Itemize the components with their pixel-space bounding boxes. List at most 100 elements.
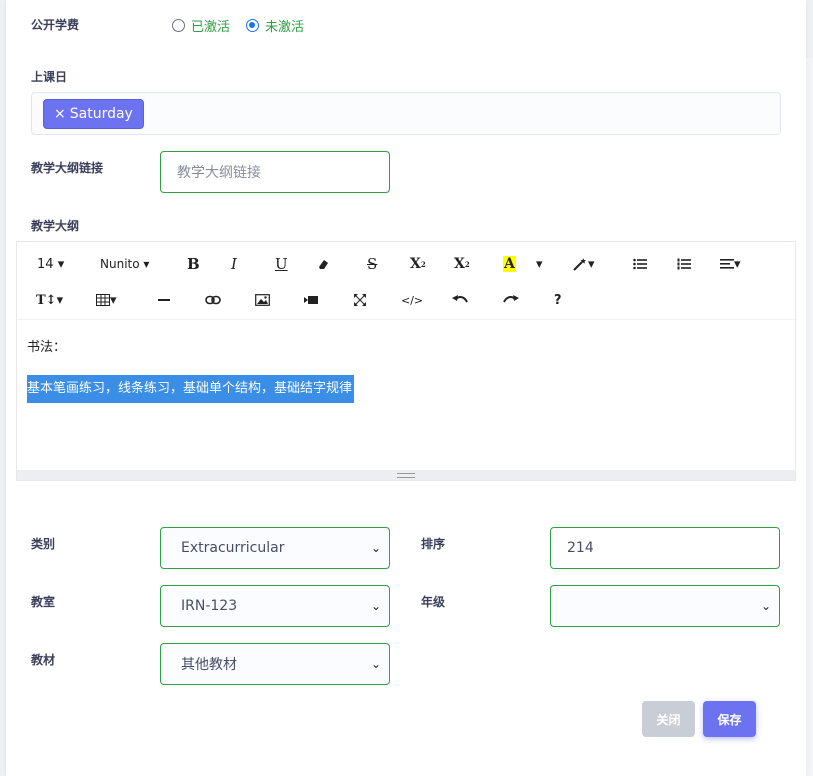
subscript-icon: X (454, 256, 465, 272)
fee-option-label: 已激活 (191, 20, 231, 35)
eraser-icon (319, 260, 328, 269)
undo-button[interactable] (452, 290, 468, 310)
help-icon: ? (554, 292, 562, 308)
chevron-down-icon: ⌄ (370, 541, 381, 555)
video-icon (304, 296, 318, 304)
underline-button[interactable]: U (275, 254, 288, 274)
align-left-icon (720, 259, 734, 269)
rich-text-editor: 14 ▾ Nunito ▾ B I U S X2 X2 A ▾ ▾ ▾ T↕ ▾ … (16, 241, 796, 481)
video-button[interactable] (304, 290, 318, 310)
category-label: 类别 (31, 537, 56, 551)
syllabus-label: 教学大纲 (31, 219, 80, 233)
table-button[interactable]: ▾ (96, 290, 117, 310)
strikethrough-icon: S (367, 255, 378, 273)
fee-option-activated[interactable]: 已激活 (172, 16, 230, 35)
bold-icon: B (187, 255, 200, 273)
editor-toolbar: 14 ▾ Nunito ▾ B I U S X2 X2 A ▾ ▾ ▾ T↕ ▾ … (17, 242, 795, 320)
caret-down-icon: ▾ (588, 256, 595, 272)
bullet-list-button[interactable] (633, 254, 647, 274)
fee-label: 公开学费 (31, 18, 80, 32)
content-line: 书法： (27, 340, 67, 355)
radio-checked-icon[interactable] (246, 19, 260, 32)
chevron-down-icon: ⌄ (370, 599, 381, 613)
class-day-label: 上课日 (31, 70, 68, 84)
code-view-icon: </> (401, 293, 424, 307)
magic-wand-icon (573, 258, 586, 271)
align-dropdown-button[interactable]: ▾ (720, 254, 741, 274)
ordered-list-icon (677, 258, 691, 270)
italic-button[interactable]: I (231, 254, 237, 274)
close-button[interactable]: 关闭 (642, 701, 695, 737)
eraser-button[interactable] (317, 254, 329, 274)
line-height-icon: T↕ (36, 292, 57, 308)
redo-icon (503, 295, 519, 303)
strikethrough-button[interactable]: S (367, 254, 377, 274)
magic-style-button[interactable]: ▾ (572, 254, 595, 274)
chevron-down-icon: ⌄ (370, 657, 381, 671)
fee-option-label: 未激活 (265, 20, 305, 35)
syllabus-link-placeholder: 教学大纲链接 (177, 165, 261, 181)
syllabus-link-input[interactable]: 教学大纲链接 (160, 151, 390, 193)
grip-icon (397, 472, 415, 478)
line-height-button[interactable]: T↕ ▾ (36, 290, 63, 310)
image-icon (255, 294, 270, 306)
font-size-value: 14 (37, 256, 54, 272)
textbook-select[interactable]: 其他教材 ⌄ (160, 643, 390, 685)
caret-down-icon: ▾ (143, 257, 150, 271)
order-input[interactable]: 214 (550, 527, 780, 569)
underline-icon: U (275, 255, 288, 273)
classroom-select[interactable]: IRN-123 ⌄ (160, 585, 390, 627)
font-name-dropdown[interactable]: Nunito ▾ (100, 254, 149, 274)
text-color-icon: A (503, 256, 516, 272)
italic-icon: I (231, 255, 237, 273)
grade-label: 年级 (421, 595, 446, 609)
redo-button[interactable] (503, 290, 519, 310)
save-button[interactable]: 保存 (703, 701, 756, 737)
content-line-selected: 基本笔画练习，线条练习，基础单个结构，基础结字规律 (27, 375, 355, 403)
class-day-multiselect[interactable]: × Saturday (31, 92, 781, 135)
caret-down-icon: ▾ (536, 256, 543, 272)
link-button[interactable] (205, 290, 221, 310)
grade-select[interactable]: ⌄ (550, 585, 780, 627)
page-background-strip (806, 58, 813, 776)
textbook-label: 教材 (31, 653, 56, 667)
horizontal-rule-button[interactable] (158, 290, 170, 310)
tag-label: Saturday (69, 106, 133, 122)
syllabus-link-label: 教学大纲链接 (31, 161, 104, 175)
order-value: 214 (567, 540, 594, 556)
help-button[interactable]: ? (554, 290, 562, 310)
bold-button[interactable]: B (187, 254, 200, 274)
fullscreen-icon (354, 294, 366, 306)
color-dropdown-button[interactable]: ▾ (536, 254, 543, 274)
classroom-label: 教室 (31, 595, 56, 609)
ordered-list-button[interactable] (677, 254, 691, 274)
category-value: Extracurricular (181, 540, 285, 556)
editor-resize-handle[interactable] (17, 470, 795, 480)
code-view-button[interactable]: </> (401, 290, 423, 310)
horizontal-rule-icon (158, 299, 170, 301)
class-day-tag: × Saturday (43, 99, 144, 129)
caret-down-icon: ▾ (734, 256, 741, 272)
subscript-button[interactable]: X2 (454, 254, 470, 274)
superscript-button[interactable]: X2 (410, 254, 426, 274)
bullet-list-icon (633, 258, 647, 270)
font-name-value: Nunito (100, 257, 140, 271)
classroom-value: IRN-123 (181, 598, 238, 614)
textbook-value: 其他教材 (181, 657, 237, 673)
caret-down-icon: ▾ (57, 256, 65, 272)
text-color-button[interactable]: A (503, 254, 516, 274)
order-label: 排序 (421, 537, 446, 551)
font-size-dropdown[interactable]: 14 ▾ (37, 254, 64, 274)
radio-unchecked-icon[interactable] (172, 19, 185, 32)
fee-radio-group: 已激活 未激活 (172, 16, 320, 35)
fee-option-inactive[interactable]: 未激活 (246, 16, 304, 35)
chevron-down-icon: ⌄ (760, 599, 771, 613)
caret-down-icon: ▾ (110, 292, 117, 308)
superscript-icon: X (410, 256, 421, 272)
category-select[interactable]: Extracurricular ⌄ (160, 527, 390, 569)
image-button[interactable] (255, 290, 270, 310)
fullscreen-button[interactable] (354, 290, 366, 310)
link-icon (205, 295, 221, 305)
editor-content[interactable]: 书法： 基本笔画练习，线条练习，基础单个结构，基础结字规律 (17, 320, 795, 470)
remove-tag-icon[interactable]: × (54, 106, 66, 122)
